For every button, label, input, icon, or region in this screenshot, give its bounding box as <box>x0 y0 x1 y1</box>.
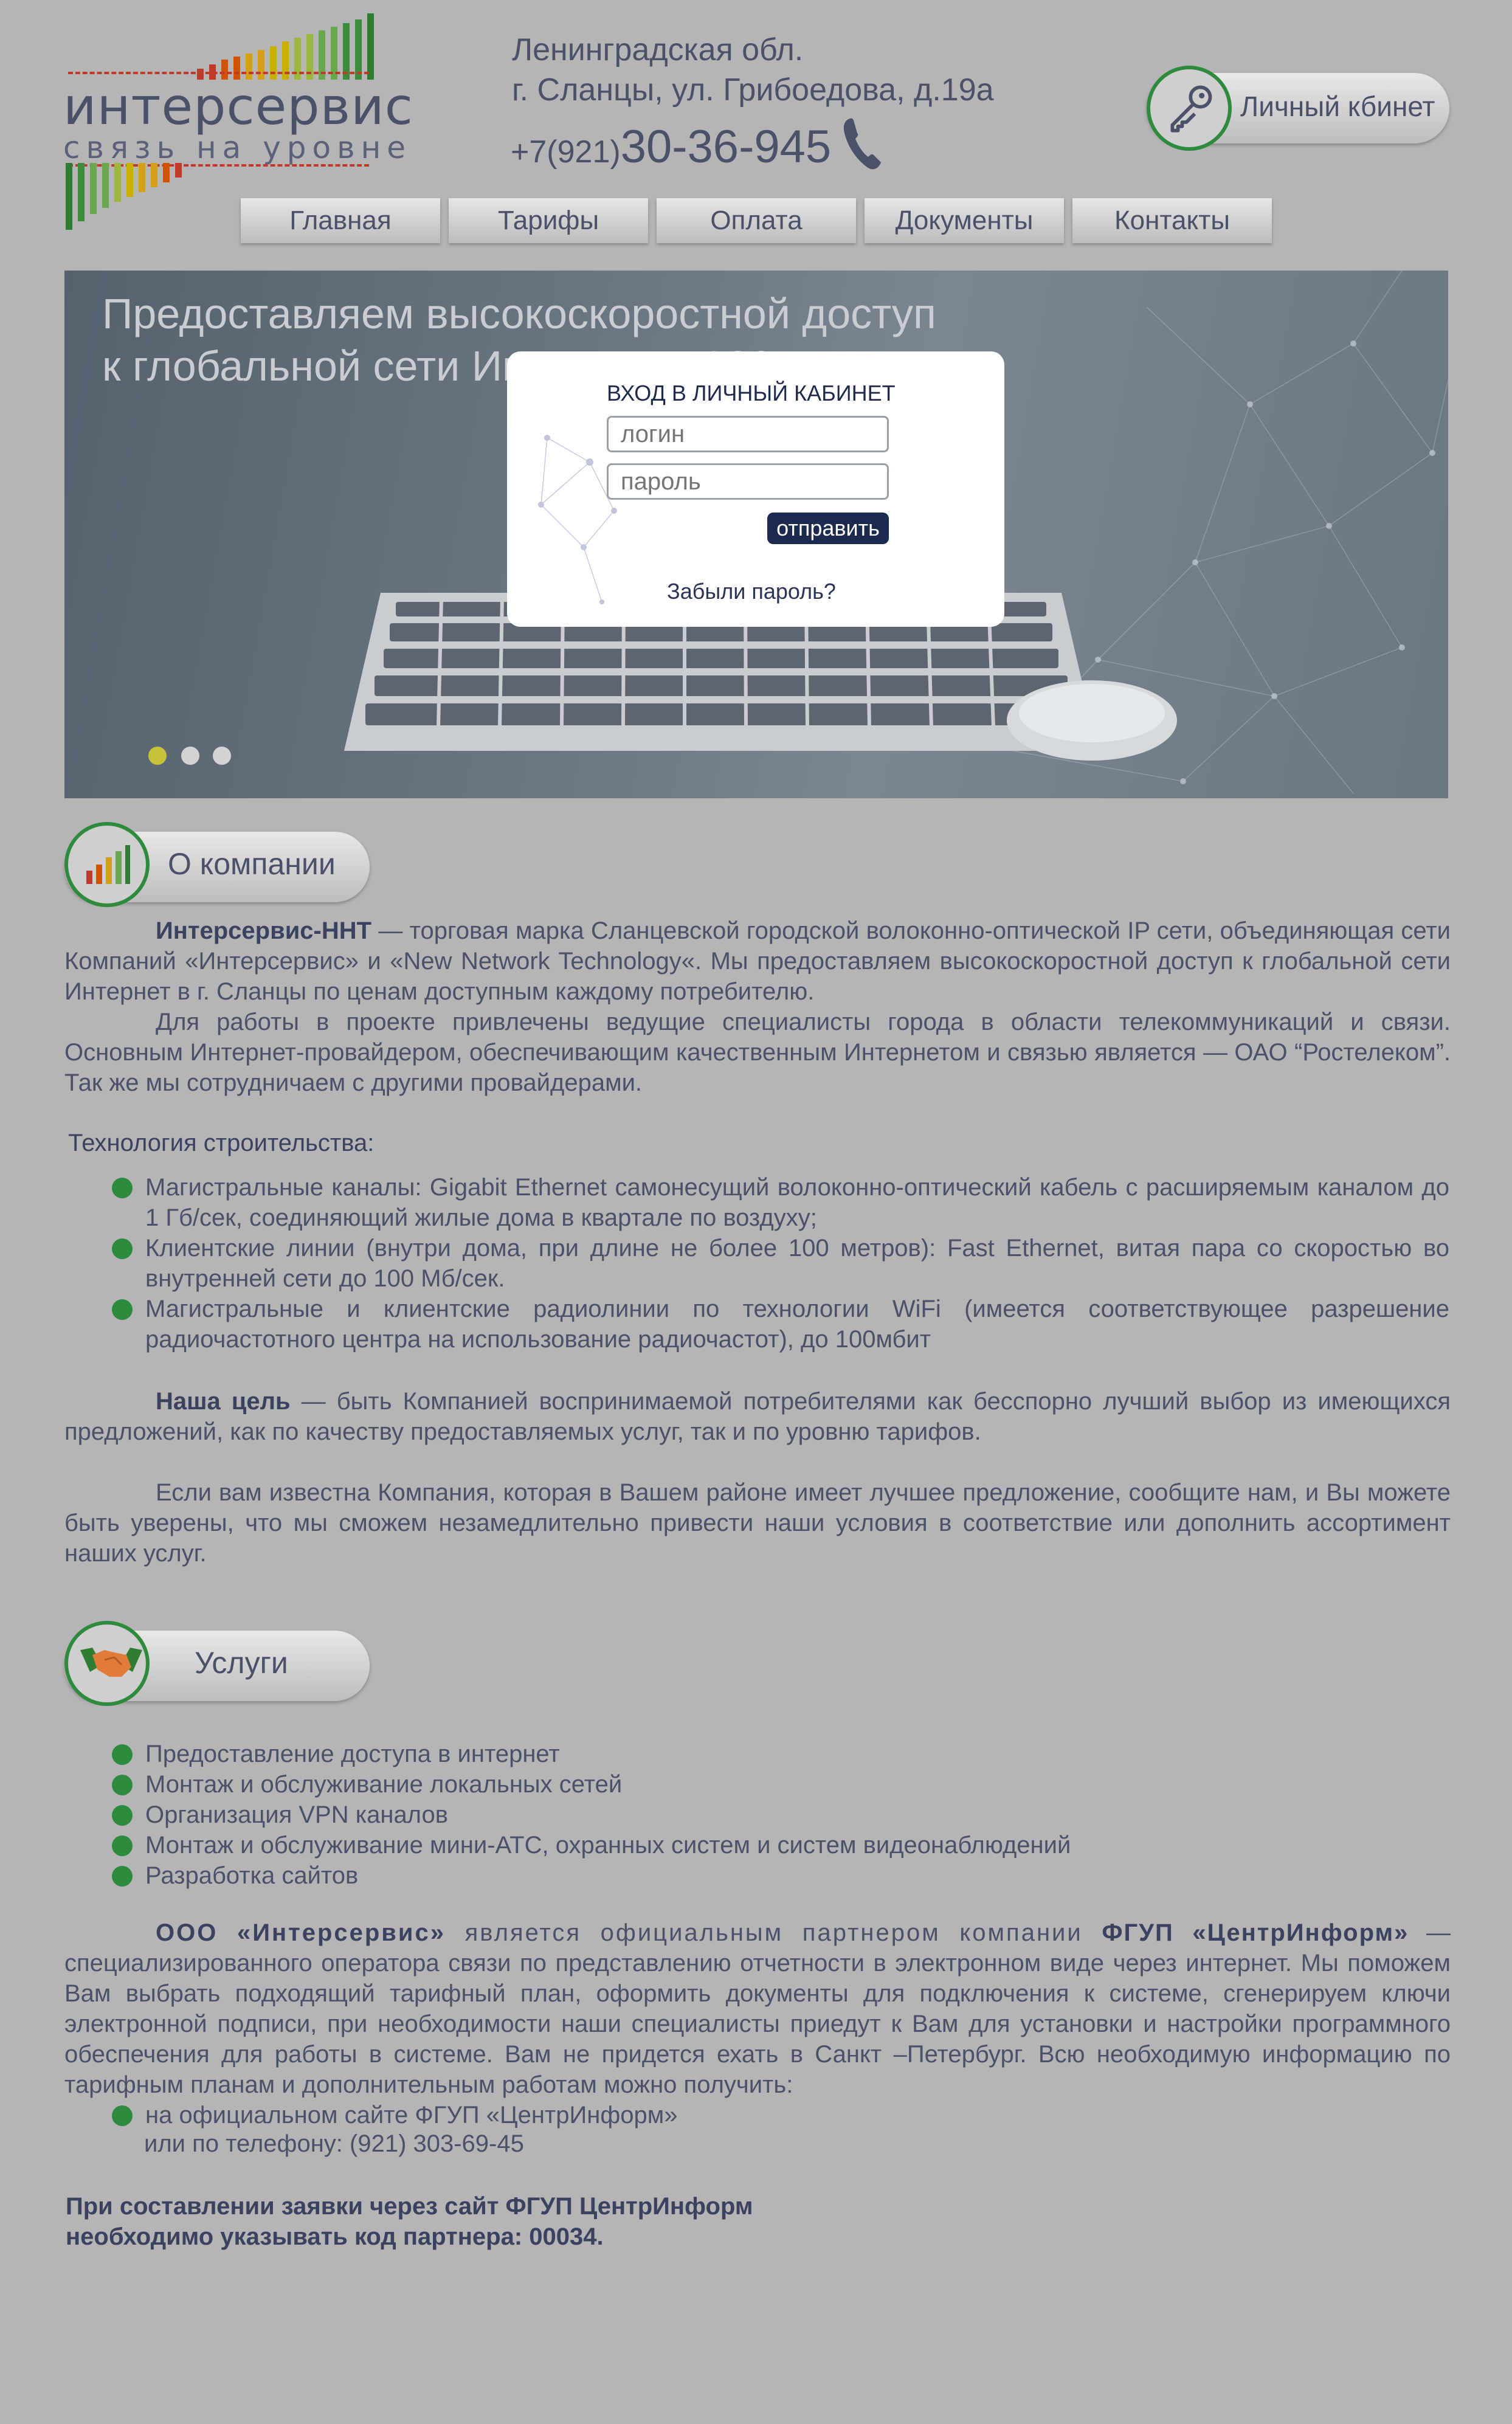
phone-icon <box>843 118 881 170</box>
technology-list: Магистральные каналы: Gigabit Ethernet с… <box>112 1172 1449 1355</box>
note-line-2: необходимо указывать код партнера: 00034… <box>66 2223 604 2250</box>
partner-text: является официальным партнером компании <box>445 1919 1102 1946</box>
slider-dot-active[interactable] <box>148 747 167 765</box>
bar-chart-icon <box>86 845 130 884</box>
phone-digits: 30-36-945 <box>620 121 832 173</box>
brand-name: Интерсервис-ННТ <box>156 917 372 944</box>
logo-subtitle: связь на уровне <box>63 130 412 165</box>
list-item: Монтаж и обслуживание локальных сетей <box>112 1769 1449 1800</box>
nav-documents[interactable]: Документы <box>865 198 1064 243</box>
password-input[interactable] <box>607 463 889 500</box>
goal-paragraph: Наша цель — быть Компанией воспринимаемо… <box>64 1386 1451 1447</box>
logo-bar <box>246 54 252 80</box>
goal-label: Наша цель <box>156 1388 291 1415</box>
nav-main[interactable]: Главная <box>241 198 440 243</box>
phone-source: или по телефону: (921) 303-69-45 <box>144 2130 524 2157</box>
logo-bar <box>66 163 72 230</box>
list-item: Клиентские линии (внутри дома, при длине… <box>112 1233 1449 1294</box>
list-item[interactable]: на официальном сайте ФГУП «ЦентрИнформ» <box>112 2100 1449 2130</box>
partner-description: — специализированного оператора связи по… <box>64 1919 1451 2098</box>
logo-bar <box>163 163 170 182</box>
list-item: Монтаж и обслуживание мини-АТС, охранных… <box>112 1830 1449 1860</box>
about-title: О компании <box>168 847 336 881</box>
handshake-icon <box>80 1648 142 1677</box>
logo-bar <box>175 163 182 178</box>
logo-bar <box>355 19 362 80</box>
forgot-password-link[interactable]: Забыли пароль? <box>667 579 836 604</box>
nav-tariffs[interactable]: Тарифы <box>449 198 648 243</box>
banner-headline-line1: Предоставляем высокоскоростной доступ <box>102 290 936 337</box>
logo-bar <box>90 163 97 214</box>
submit-button[interactable]: отправить <box>767 513 889 544</box>
slider-dot[interactable] <box>213 747 231 765</box>
list-item: Предоставление доступа в интернет <box>112 1739 1449 1769</box>
note-line-1: При составлении заявки через сайт ФГУП Ц… <box>66 2193 753 2220</box>
logo-bar <box>78 163 85 221</box>
modal-network-decoration <box>538 435 617 604</box>
partner-code-note: При составлении заявки через сайт ФГУП Ц… <box>66 2191 753 2252</box>
phone-number[interactable]: +7(921)30-36-945 <box>511 120 831 173</box>
list-item: Организация VPN каналов <box>112 1800 1449 1830</box>
address-line-1: Ленинградская обл. <box>512 32 804 67</box>
login-title: ВХОД В ЛИЧНЫЙ КАБИНЕТ <box>607 381 896 406</box>
list-item: Магистральные каналы: Gigabit Ethernet с… <box>112 1172 1449 1233</box>
offer-paragraph: Если вам известна Компания, которая в Ва… <box>64 1477 1451 1569</box>
company-name: ООО «Интерсервис» <box>156 1919 446 1946</box>
personal-cabinet-label[interactable]: Личный кбинет <box>1240 90 1435 123</box>
logo-bar <box>139 163 145 192</box>
address-line-2: г. Сланцы, ул. Грибоедова, д.19а <box>512 72 994 108</box>
nav-payment[interactable]: Оплата <box>657 198 856 243</box>
list-item: Магистральные и клиентские радиолинии по… <box>112 1294 1449 1355</box>
logo-bar <box>126 163 133 197</box>
info-sources-list: на официальном сайте ФГУП «ЦентрИнформ» <box>112 2100 1449 2130</box>
services-title: Услуги <box>195 1646 288 1680</box>
login-input[interactable] <box>607 416 889 452</box>
logo-bar <box>151 163 157 187</box>
logo-bar <box>114 163 121 202</box>
nav-contacts[interactable]: Контакты <box>1072 198 1272 243</box>
slider-dot[interactable] <box>181 747 199 765</box>
logo-divider <box>68 72 369 74</box>
phone-prefix: +7(921) <box>511 134 621 170</box>
about-paragraph-1: Интерсервис-ННТ — торговая марка Сланцев… <box>64 916 1451 1098</box>
logo-bar <box>102 163 109 208</box>
key-icon <box>1170 85 1212 133</box>
logo-bar <box>270 46 277 80</box>
logo-divider <box>68 164 369 167</box>
technology-title: Технология строительства: <box>68 1130 375 1156</box>
services-list: Предоставление доступа в интернет Монтаж… <box>112 1739 1449 1891</box>
about-text-2: Для работы в проекте привлечены ведущие … <box>64 1009 1451 1096</box>
offer-text: Если вам известна Компания, которая в Ва… <box>64 1479 1451 1567</box>
logo-bar <box>258 50 264 80</box>
partner-name: ФГУП «ЦентрИнформ» <box>1102 1919 1409 1946</box>
partner-paragraph: ООО «Интерсервис» является официальным п… <box>64 1918 1451 2100</box>
logo-title: интерсервис <box>63 77 413 136</box>
list-item: Разработка сайтов <box>112 1860 1449 1891</box>
logo-bar <box>367 13 374 80</box>
